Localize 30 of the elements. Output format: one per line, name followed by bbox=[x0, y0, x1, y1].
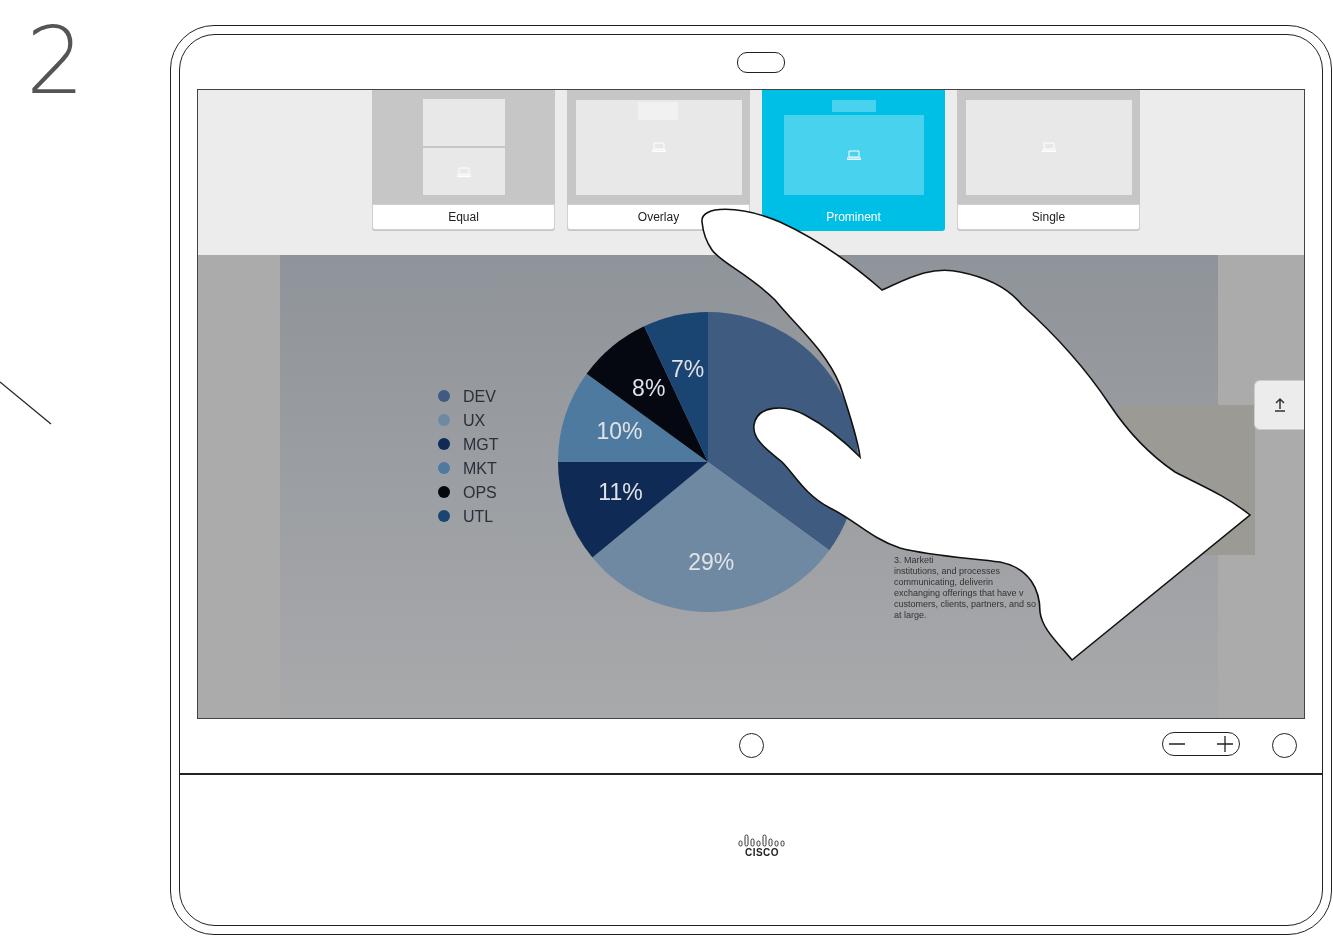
slide-text-line: communicating, deliverin bbox=[894, 577, 995, 588]
slide-text-line: 3. Marketi bbox=[894, 555, 935, 566]
slide-text-line: institutions, and processes bbox=[894, 566, 1002, 577]
slice-label: 10% bbox=[596, 418, 643, 445]
slice-label: 29% bbox=[688, 549, 735, 576]
slice-label: 8% bbox=[632, 375, 666, 402]
legend-label: MKT bbox=[463, 459, 497, 477]
small-window-preview bbox=[637, 101, 678, 120]
legend-label: DEV bbox=[463, 387, 496, 405]
slide-text-line: exchanging offerings that have v bbox=[894, 588, 1025, 599]
camera-icon bbox=[737, 51, 785, 73]
legend-label: UX bbox=[463, 411, 486, 429]
slice-label: 7% bbox=[671, 356, 705, 383]
logo-text: CISCO bbox=[744, 847, 780, 858]
legend-label: UTL bbox=[463, 507, 494, 525]
slide-text-line: at large. bbox=[894, 610, 928, 621]
legend-label: OPS bbox=[463, 483, 497, 501]
upload-icon bbox=[1272, 397, 1287, 413]
step-number: 2 bbox=[26, 16, 85, 108]
layout-option[interactable]: Overlay bbox=[567, 90, 750, 231]
layout-option[interactable]: Single bbox=[957, 90, 1140, 231]
slide-text-line: customers, clients, partners, and so bbox=[894, 599, 1037, 610]
layout-option[interactable]: Equal bbox=[372, 90, 555, 231]
line-drawing bbox=[0, 380, 52, 426]
legend-label: MGT bbox=[463, 435, 499, 453]
laptop-icon bbox=[846, 149, 861, 160]
upload-button[interactable] bbox=[1254, 380, 1304, 430]
small-window-preview bbox=[831, 99, 876, 112]
logo-bars-icon bbox=[737, 831, 787, 847]
slice-label: 11% bbox=[598, 478, 643, 505]
